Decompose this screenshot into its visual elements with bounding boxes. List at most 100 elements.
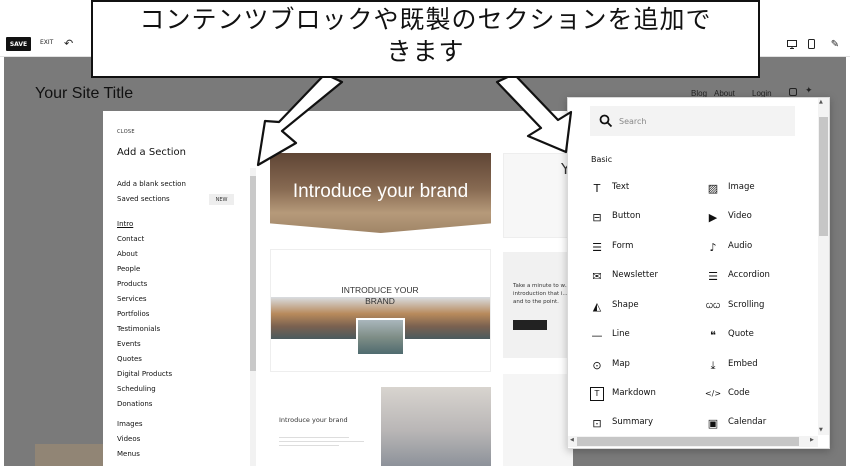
block-label: Summary	[612, 417, 654, 427]
scroll-left-icon[interactable]: ◀	[570, 437, 574, 443]
category-digital-products[interactable]: Digital Products	[117, 370, 172, 378]
category-products[interactable]: Products	[117, 280, 147, 288]
section-thumbnail[interactable]	[503, 374, 573, 466]
button-icon: ⊟	[592, 210, 602, 224]
embed-icon: ⤓	[710, 358, 716, 372]
thumbnail-heading: INTRODUCE YOUR BRAND	[300, 285, 460, 307]
calendar-icon: ▣	[707, 416, 719, 430]
block-label: Video	[728, 211, 752, 221]
markdown-icon: T	[590, 387, 604, 401]
block-audio[interactable]: ♪ Audio	[706, 240, 796, 254]
thumbnail-landscape-image	[381, 387, 491, 466]
panel-title: Add a Section	[117, 147, 186, 158]
scroll-right-icon[interactable]: ▶	[810, 437, 814, 443]
category-images[interactable]: Images	[117, 420, 143, 428]
category-scheduling[interactable]: Scheduling	[117, 385, 156, 393]
thumbnail-heading-line: INTRODUCE YOUR	[341, 285, 419, 295]
block-label: Newsletter	[612, 270, 658, 280]
category-people[interactable]: People	[117, 265, 140, 273]
category-contact[interactable]: Contact	[117, 235, 144, 243]
picker-vertical-scroll-thumb[interactable]	[819, 117, 828, 236]
category-portfolios[interactable]: Portfolios	[117, 310, 149, 318]
code-icon: </>	[704, 389, 722, 398]
picker-horizontal-scroll-thumb[interactable]	[577, 437, 799, 446]
shape-icon: ◭	[592, 299, 602, 313]
block-summary[interactable]: ⊡ Summary	[590, 416, 680, 430]
undo-icon[interactable]: ↶	[64, 37, 73, 50]
block-line[interactable]: — Line	[590, 328, 680, 342]
block-label: Button	[612, 211, 641, 221]
thumbnail-heading-line: BRAND	[365, 296, 395, 306]
category-menus[interactable]: Menus	[117, 450, 140, 458]
category-events[interactable]: Events	[117, 340, 141, 348]
category-testimonials[interactable]: Testimonials	[117, 325, 160, 333]
exit-button[interactable]: EXIT	[40, 39, 53, 46]
category-videos[interactable]: Videos	[117, 435, 140, 443]
block-newsletter[interactable]: ✉ Newsletter	[590, 269, 680, 283]
twitter-icon[interactable]: ✦	[805, 86, 813, 96]
block-label: Audio	[728, 241, 753, 251]
block-label: Scrolling	[728, 300, 765, 310]
thumbnail-button	[513, 320, 547, 330]
thumbnail-lake-image	[356, 318, 405, 356]
block-form[interactable]: ☰ Form	[590, 240, 680, 254]
audio-icon: ♪	[709, 240, 717, 254]
block-embed[interactable]: ⤓ Embed	[706, 358, 796, 372]
block-shape[interactable]: ◭ Shape	[590, 299, 680, 313]
block-scrolling[interactable]: ꞶꞶ Scrolling	[706, 299, 796, 313]
block-quote[interactable]: ❝ Quote	[706, 328, 796, 342]
block-label: Line	[612, 329, 630, 339]
block-accordion[interactable]: ☰ Accordion	[706, 269, 796, 283]
block-calendar[interactable]: ▣ Calendar	[706, 416, 796, 430]
summary-icon: ⊡	[592, 416, 602, 430]
block-map[interactable]: ⊙ Map	[590, 358, 680, 372]
line-icon: —	[591, 328, 603, 342]
basic-section-heading: Basic	[591, 155, 613, 164]
paint-brush-icon[interactable]: ✎	[828, 37, 842, 51]
save-button[interactable]: SAVE	[6, 37, 31, 51]
mobile-icon[interactable]	[804, 37, 818, 51]
callout-line: コンテンツブロックや既製のセクションを追加で	[139, 5, 712, 34]
block-text[interactable]: T Text	[590, 181, 680, 195]
newsletter-icon: ✉	[592, 269, 602, 283]
text-icon: T	[593, 181, 601, 195]
form-icon: ☰	[592, 240, 602, 254]
block-label: Form	[612, 241, 634, 251]
site-title: Your Site Title	[35, 85, 134, 102]
category-about[interactable]: About	[117, 250, 138, 258]
thumbnail-heading: Introduce your brand	[292, 181, 469, 202]
block-label: Code	[728, 388, 750, 398]
block-video[interactable]: ▶ Video	[706, 210, 796, 224]
block-image[interactable]: ▨ Image	[706, 181, 796, 195]
block-code[interactable]: </> Code	[704, 387, 796, 401]
search-input[interactable]	[619, 114, 789, 128]
video-icon: ▶	[708, 210, 718, 224]
scroll-up-icon[interactable]: ▲	[819, 99, 823, 105]
scrolling-icon: ꞶꞶ	[705, 301, 721, 310]
add-blank-section-link[interactable]: Add a blank section	[117, 180, 186, 188]
block-label: Quote	[728, 329, 754, 339]
block-label: Embed	[728, 359, 758, 369]
thumbnail-body-text: Take a minute to w... introduction that …	[513, 283, 570, 305]
block-label: Text	[612, 182, 630, 192]
map-pin-icon: ⊙	[592, 358, 602, 372]
block-label: Map	[612, 359, 630, 369]
category-scrollbar-thumb[interactable]	[250, 176, 256, 371]
desktop-icon[interactable]	[785, 37, 799, 51]
category-intro[interactable]: Intro	[117, 220, 133, 228]
category-services[interactable]: Services	[117, 295, 147, 303]
accordion-icon: ☰	[708, 269, 718, 283]
search-icon	[599, 113, 613, 128]
scroll-down-icon[interactable]: ▼	[819, 427, 823, 433]
category-donations[interactable]: Donations	[117, 400, 152, 408]
close-button[interactable]: CLOSE	[117, 129, 135, 135]
block-button[interactable]: ⊟ Button	[590, 210, 680, 224]
block-markdown[interactable]: T Markdown	[590, 387, 680, 401]
instagram-icon[interactable]	[789, 88, 797, 96]
saved-sections-link[interactable]: Saved sections	[117, 195, 170, 203]
block-label: Calendar	[728, 417, 767, 427]
callout-line: きます	[386, 37, 465, 66]
block-label: Image	[728, 182, 755, 192]
category-quotes[interactable]: Quotes	[117, 355, 142, 363]
thumbnail-text-line	[279, 445, 339, 446]
